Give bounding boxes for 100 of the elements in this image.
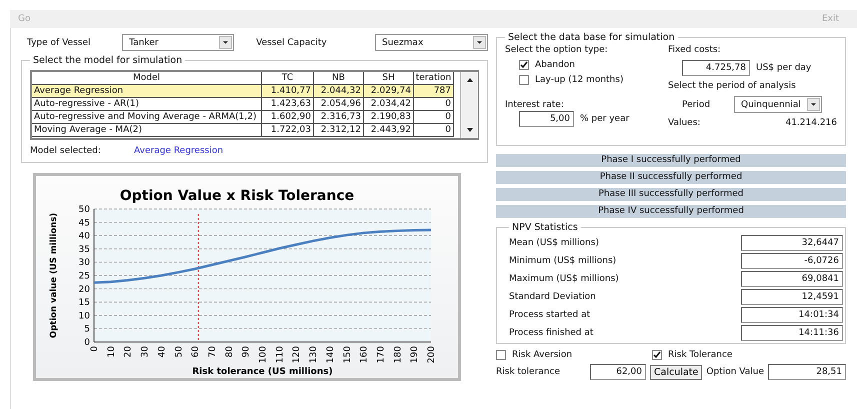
period-dropdown[interactable]: Quinquennial (734, 96, 822, 113)
x-tick-label: 110 (275, 346, 286, 364)
stat-label: Process finished at (509, 328, 594, 338)
stat-label: Standard Deviation (509, 292, 596, 302)
table-cell[interactable]: Auto-regressive and Moving Average - ARMA(1,2) (32, 111, 262, 124)
selected-model: Average Regression (134, 146, 224, 156)
x-tick-label: 150 (342, 346, 353, 364)
y-tick-label: 25 (78, 272, 90, 282)
x-tick-label: 130 (309, 346, 320, 364)
vessel-capacity-dropdown[interactable]: Suezmax (374, 34, 488, 51)
stat-field[interactable]: -6,0726 (741, 253, 843, 269)
table-cell[interactable]: 2.443,92 (364, 124, 414, 137)
table-cell[interactable]: 0 (414, 111, 454, 124)
phase-status-bar: Phase III successfully performed (496, 188, 846, 201)
y-tick-label: 30 (78, 258, 90, 268)
table-cell[interactable]: 2.316,73 (314, 111, 364, 124)
checkbox[interactable] (496, 350, 506, 360)
table-cell[interactable]: 2.034,42 (364, 98, 414, 111)
stat-field[interactable]: 14:01:34 (741, 307, 843, 323)
x-tick-label: 0 (90, 346, 100, 352)
x-tick-label: 60 (191, 346, 202, 358)
field-label: Interest rate: (505, 100, 565, 110)
chart-title: Option Value x Risk Tolerance (120, 188, 354, 204)
table-cell[interactable]: 2.044,32 (314, 85, 364, 98)
group-title: Select the model for simulation (32, 55, 184, 66)
phase-status-bar: Phase IV successfully performed (496, 205, 846, 218)
field-label: Risk tolerance (496, 367, 561, 377)
risk-tolerance-field[interactable]: 62,00 (590, 364, 646, 380)
table-cell[interactable]: 1.722,03 (262, 124, 314, 137)
table-cell[interactable]: 0 (414, 98, 454, 111)
stat-label: Minimum (US$ millions) (509, 256, 616, 266)
caret-icon (807, 98, 820, 111)
y-tick-label: 15 (78, 298, 90, 308)
table-cell[interactable]: 0 (414, 124, 454, 137)
field-label: Fixed costs: (668, 45, 722, 55)
checkbox[interactable] (519, 60, 529, 70)
column-header[interactable]: SH (364, 72, 414, 85)
field-label: Model selected: (30, 146, 102, 156)
checkbox[interactable] (519, 75, 529, 85)
stat-field[interactable]: 32,6447 (741, 235, 843, 251)
x-tick-label: 160 (360, 346, 370, 364)
x-tick-label: 100 (258, 346, 268, 364)
stat-label: Mean (US$ millions) (509, 238, 599, 248)
table-cell[interactable]: 2.029,74 (364, 85, 414, 98)
column-header[interactable]: NB (314, 72, 364, 85)
field-label: Type of Vessel (27, 38, 92, 48)
table-cell[interactable]: 2.190,83 (364, 111, 414, 124)
column-header[interactable]: TC (262, 72, 314, 85)
x-tick-label: 90 (242, 346, 252, 358)
y-tick-label: 35 (78, 244, 90, 255)
checkbox-label[interactable]: Abandon (535, 60, 576, 70)
x-tick-label: 70 (208, 346, 218, 358)
stat-field[interactable]: 12,4591 (741, 289, 843, 305)
vessel-type-dropdown[interactable]: Tanker (122, 34, 234, 51)
checkbox-label[interactable]: Risk Tolerance (668, 350, 732, 360)
y-tick-label: 50 (78, 205, 90, 215)
table-cell[interactable]: 2.312,12 (314, 124, 364, 137)
y-tick-label: 40 (78, 232, 90, 242)
column-header[interactable]: Model (32, 72, 262, 85)
table-cell[interactable]: Auto-regressive - AR(1) (32, 98, 262, 111)
table-cell[interactable]: Average Regression (32, 85, 262, 98)
y-tick-label: 45 (78, 218, 90, 228)
table-cell[interactable]: 1.602,90 (262, 111, 314, 124)
caret-icon (473, 36, 486, 49)
phase-status-bar: Phase I successfully performed (496, 154, 846, 167)
field-label: Select the option type: (505, 45, 609, 55)
table-cell[interactable]: 1.410,77 (262, 85, 314, 98)
table-cell[interactable]: 1.423,63 (262, 98, 314, 111)
option-value-field[interactable]: 28,51 (768, 364, 846, 380)
table-cell[interactable]: Moving Average - MA(2) (32, 124, 262, 137)
checkbox-label[interactable]: Risk Aversion (512, 350, 572, 360)
checkbox-label[interactable]: Lay-up (12 months) (535, 75, 624, 85)
column-header[interactable]: teration (414, 72, 454, 85)
x-tick-label: 40 (157, 346, 168, 358)
table-cell[interactable]: 787 (414, 85, 454, 98)
field-label: Select the period of analysis (668, 81, 797, 91)
y-tick-label: 10 (78, 311, 90, 322)
stat-field[interactable]: 14:11:36 (741, 325, 843, 341)
x-tick-label: 30 (140, 346, 151, 358)
y-tick-label: 0 (84, 338, 90, 348)
checkbox[interactable] (652, 350, 662, 360)
fixed-costs-field[interactable]: 4.725,78 (682, 60, 750, 76)
stat-field[interactable]: 69,0841 (741, 271, 843, 287)
y-tick-label: 20 (78, 284, 90, 295)
table-cell[interactable]: 2.054,96 (314, 98, 364, 111)
calculate-button[interactable]: Calculate (650, 364, 702, 380)
field-label: Period (682, 100, 712, 110)
y-axis-title: Option value (US millions) (49, 212, 59, 338)
x-tick-label: 120 (292, 346, 302, 364)
x-tick-label: 20 (124, 346, 134, 358)
stat-label: Process started at (509, 310, 590, 320)
y-tick-label: 5 (84, 324, 90, 335)
interest-rate-field[interactable]: 5,00 (519, 111, 574, 127)
field-label: Vessel Capacity (256, 38, 328, 48)
x-tick-label: 190 (410, 346, 420, 364)
x-tick-label: 50 (174, 346, 184, 358)
field-label: Values: (668, 118, 700, 128)
caret-icon (219, 36, 232, 49)
values-text: 41.214.216 (785, 118, 837, 128)
scrollbar[interactable] (460, 72, 478, 138)
